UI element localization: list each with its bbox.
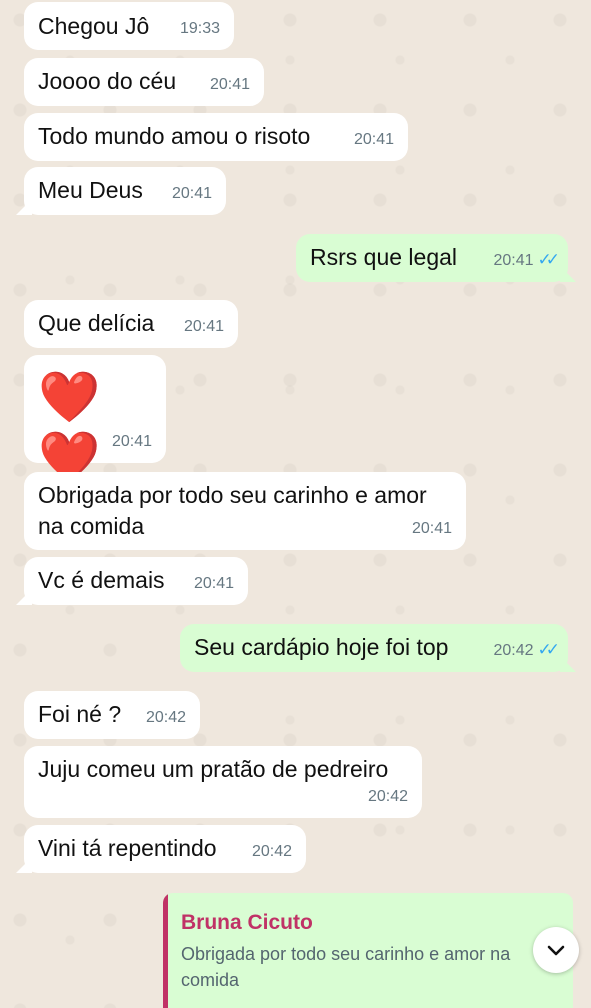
- message-text: Vc é demais: [38, 567, 165, 593]
- message-bubble-incoming[interactable]: Vini tá repentindo 20:42: [16, 825, 306, 873]
- message-time: 20:41 ✓✓: [493, 244, 560, 276]
- scroll-to-bottom-button[interactable]: [533, 927, 579, 973]
- bubble-tail: [560, 656, 576, 672]
- double-check-icon: ✓✓: [537, 250, 560, 269]
- message-time: 20:42: [251, 843, 292, 860]
- message-text: Chegou Jô: [38, 13, 150, 39]
- message-text: Obrigada por todo seu carinho e amor na …: [38, 482, 427, 539]
- message-time: 20:41: [411, 520, 452, 537]
- message-text: Meu Deus: [38, 177, 143, 203]
- message-text: Vini tá repentindo: [38, 835, 217, 861]
- message-time: 20:41: [353, 131, 394, 148]
- message-time: 20:41: [183, 318, 224, 335]
- message-time: 20:41: [171, 185, 212, 202]
- message-time-text: 20:41: [493, 252, 534, 269]
- bubble-tail: [16, 589, 32, 605]
- message-text: Joooo do céu: [38, 68, 177, 94]
- message-text: Seu cardápio hoje foi top: [194, 634, 449, 660]
- quoted-reply[interactable]: Bruna Cicuto Obrigada por todo seu carin…: [163, 893, 573, 1008]
- message-bubble-incoming[interactable]: Que delícia 20:41: [24, 300, 238, 348]
- double-check-icon: ✓✓: [537, 640, 560, 659]
- message-bubble-incoming[interactable]: Obrigada por todo seu carinho e amor na …: [24, 472, 466, 550]
- message-bubble-incoming[interactable]: Juju comeu um pratão de pedreiro 20:42: [24, 746, 422, 818]
- quote-accent-bar: [163, 893, 168, 1008]
- bubble-tail: [16, 857, 32, 873]
- message-bubble-incoming[interactable]: Joooo do céu 20:41: [24, 58, 264, 106]
- message-bubble-outgoing[interactable]: Rsrs que legal 20:41 ✓✓: [296, 234, 576, 282]
- chat-area[interactable]: Chegou Jô 19:33 Joooo do céu 20:41 Todo …: [0, 0, 591, 1008]
- bubble-tail: [16, 199, 32, 215]
- message-text: Que delícia: [38, 310, 155, 336]
- message-time-text: 20:42: [493, 642, 534, 659]
- chevron-down-icon: [547, 945, 565, 956]
- message-time: 19:33: [179, 20, 220, 37]
- message-time: 20:41: [111, 433, 152, 450]
- message-bubble-outgoing[interactable]: Seu cardápio hoje foi top 20:42 ✓✓: [180, 624, 576, 672]
- message-bubble-incoming[interactable]: Chegou Jô 19:33: [24, 2, 234, 50]
- message-bubble-incoming[interactable]: Foi né ? 20:42: [24, 691, 200, 739]
- message-bubble-incoming[interactable]: Meu Deus 20:41: [16, 167, 226, 215]
- message-time: 20:42 ✓✓: [493, 634, 560, 666]
- bubble-tail: [560, 266, 576, 282]
- quoted-author: Bruna Cicuto: [181, 911, 313, 934]
- message-text: Foi né ?: [38, 701, 122, 727]
- message-time: 20:41: [193, 575, 234, 592]
- message-bubble-incoming[interactable]: Vc é demais 20:41: [16, 557, 248, 605]
- message-time: 20:42: [145, 709, 186, 726]
- quoted-text: Obrigada por todo seu carinho e amor na …: [181, 944, 511, 990]
- message-text: Juju comeu um pratão de pedreiro: [38, 756, 389, 782]
- message-time: 20:41: [209, 76, 250, 93]
- message-text: Rsrs que legal: [310, 244, 458, 270]
- message-time: 20:42: [367, 788, 408, 805]
- message-text: Todo mundo amou o risoto: [38, 123, 311, 149]
- message-bubble-incoming[interactable]: Todo mundo amou o risoto 20:41: [24, 113, 408, 161]
- message-bubble-emoji[interactable]: ❤️❤️ 20:41: [24, 355, 166, 485]
